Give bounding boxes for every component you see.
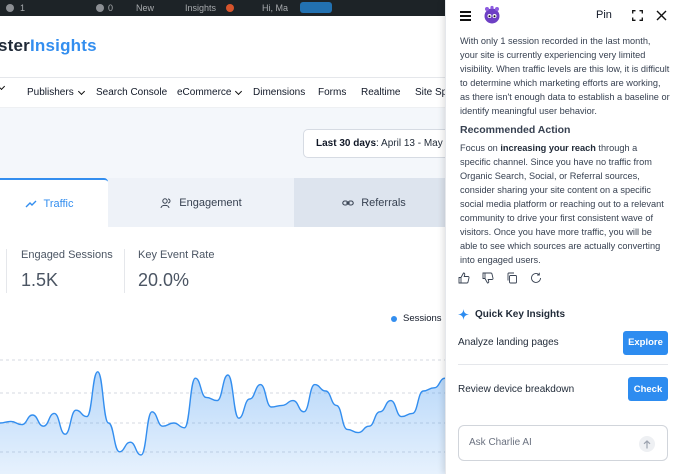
legend-swatch: [391, 315, 397, 322]
traffic-metrics-panel: Engaged Sessions 1.5K Key Event Rate 20.…: [0, 227, 445, 474]
chat-composer: [458, 425, 668, 461]
send-arrow-icon: [643, 439, 651, 448]
chevron-down-icon: [0, 82, 6, 91]
nav-item-publishers[interactable]: Publishers: [27, 87, 85, 98]
check-button[interactable]: Check: [628, 377, 668, 401]
thumbs-down-icon[interactable]: [482, 272, 494, 284]
refresh-icon[interactable]: [530, 272, 542, 284]
chevron-down-icon: [235, 87, 243, 95]
pin-button[interactable]: Pin: [596, 9, 612, 21]
metric-engaged-sessions: Engaged Sessions 1.5K: [21, 249, 113, 291]
metric-value: 1.5K: [21, 270, 59, 290]
nav-item-search-console[interactable]: Search Console: [96, 87, 167, 98]
users-icon: [160, 197, 171, 208]
plugin-header: sterInsights: [0, 16, 445, 78]
nav-item-overview[interactable]: [0, 82, 6, 91]
metric-value: 20.0%: [138, 270, 190, 290]
insight-label: Analyze landing pages: [458, 337, 559, 348]
chevron-down-icon: [77, 87, 85, 95]
recommended-action-heading: Recommended Action: [460, 124, 571, 136]
ask-input[interactable]: [469, 437, 629, 448]
link-icon: [342, 199, 354, 206]
copy-icon[interactable]: [506, 272, 518, 284]
panel-header: Pin: [446, 0, 680, 32]
menu-icon[interactable]: [460, 11, 471, 21]
report-tabs: Traffic Engagement Referrals: [0, 178, 454, 227]
date-range-picker[interactable]: Last 30 days: April 13 - May 1: [303, 129, 463, 158]
chart-legend: Sessions: [391, 313, 442, 324]
tab-engagement[interactable]: Engagement: [108, 178, 294, 227]
insight-row: Analyze landing pages Explore: [458, 321, 668, 365]
comments-icon[interactable]: [96, 4, 104, 12]
toolbar-badge[interactable]: [300, 2, 332, 13]
sparkle-icon: [458, 309, 469, 320]
trend-arrow-icon: [25, 200, 37, 207]
response-actions: [458, 272, 542, 284]
response-intro: With only 1 session recorded in the last…: [460, 36, 670, 116]
metric-key-event-rate: Key Event Rate 20.0%: [138, 249, 214, 291]
nav-item-dimensions[interactable]: Dimensions: [253, 87, 305, 98]
nav-item-site-speed[interactable]: Site Sp: [415, 87, 447, 98]
metric-divider: [6, 249, 7, 293]
quick-insights-heading: Quick Key Insights: [458, 309, 565, 320]
explore-button[interactable]: Explore: [623, 330, 668, 355]
close-icon[interactable]: [656, 10, 667, 21]
toolbar-user[interactable]: Hi, Ma: [262, 3, 288, 13]
reports-nav: Publishers Search Console eCommerce Dime…: [0, 78, 447, 108]
legend-label: Sessions: [403, 313, 442, 324]
sessions-chart: [0, 359, 445, 474]
notification-icon[interactable]: [226, 4, 234, 12]
brand-logo: sterInsights: [0, 36, 97, 55]
nav-item-realtime[interactable]: Realtime: [361, 87, 400, 98]
charlie-avatar: [484, 5, 500, 24]
metric-label: Key Event Rate: [138, 249, 215, 261]
toolbar-updates[interactable]: 1: [20, 3, 25, 13]
thumbs-up-icon[interactable]: [458, 272, 470, 284]
wordpress-logo-icon[interactable]: [6, 4, 14, 12]
ai-response: With only 1 session recorded in the last…: [460, 34, 670, 265]
toolbar-insights[interactable]: Insights: [185, 3, 216, 13]
tab-traffic[interactable]: Traffic: [0, 178, 108, 227]
nav-item-ecommerce[interactable]: eCommerce: [177, 87, 243, 98]
metric-divider: [124, 249, 125, 293]
expand-icon[interactable]: [632, 10, 643, 21]
toolbar-new[interactable]: New: [136, 3, 154, 13]
recommended-action-text: Focus on increasing your reach through a…: [460, 143, 664, 265]
insight-label: Review device breakdown: [458, 383, 575, 395]
send-button[interactable]: [639, 436, 655, 452]
tab-referrals[interactable]: Referrals: [294, 178, 454, 227]
nav-item-forms[interactable]: Forms: [318, 87, 346, 98]
metric-label: Engaged Sessions: [21, 249, 113, 261]
toolbar-comments[interactable]: 0: [108, 3, 113, 13]
insight-row: Review device breakdown Check: [458, 367, 668, 411]
